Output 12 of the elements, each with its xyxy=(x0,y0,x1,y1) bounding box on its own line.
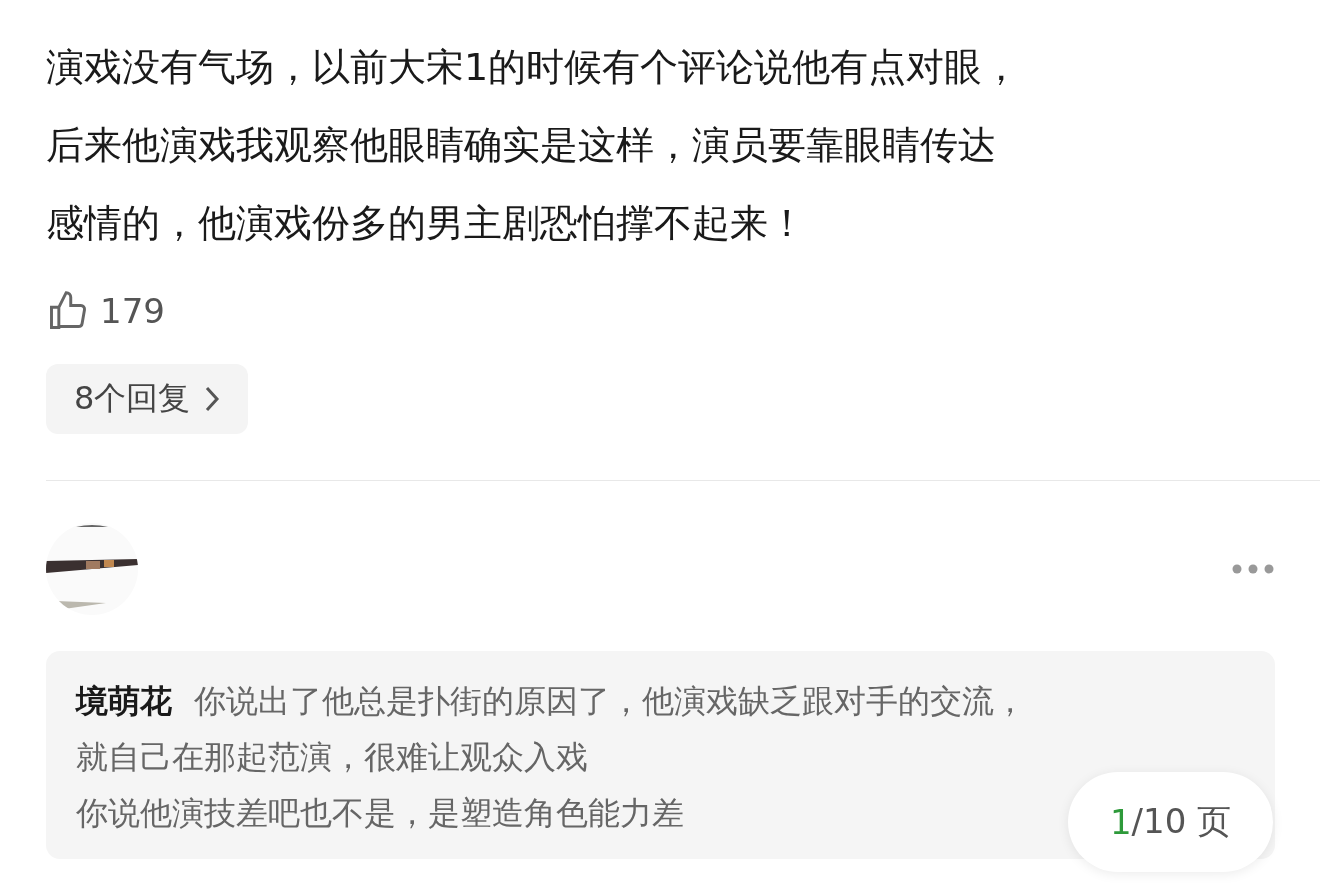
reply-text: 你说出了他总是扑街的原因了，他演戏缺乏跟对手的交流， xyxy=(194,681,1026,722)
comment-text: 后来他演戏我观察他眼睛确实是这样，演员要靠眼睛传达 xyxy=(46,122,997,169)
comment-text: 感情的，他演戏份多的男主剧恐怕撑不起来！ xyxy=(46,200,807,247)
chevron-right-icon xyxy=(204,385,221,413)
comment-text: 演戏没有气场，以前大宋1的时候有个评论说他有点对眼， xyxy=(46,44,1022,91)
reply-author[interactable]: 境萌花 xyxy=(76,673,172,729)
reply-text: 就自己在那起范演，很难让观众入戏 xyxy=(76,737,588,778)
replies-button[interactable]: 8个回复 xyxy=(46,364,249,434)
reply-text: 你说他演技差吧也不是，是塑造角色能力差 xyxy=(76,793,684,834)
page-indicator[interactable]: 1/10 页 xyxy=(1068,772,1273,872)
like-count: 179 xyxy=(100,291,165,331)
more-icon[interactable] xyxy=(1232,564,1274,574)
